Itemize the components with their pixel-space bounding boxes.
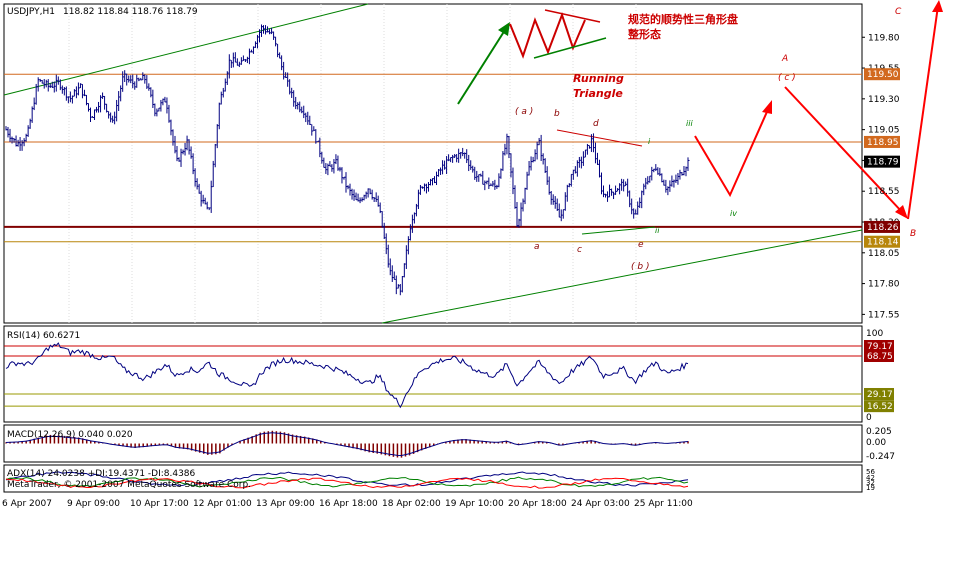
macd-header: MACD(12,26,9) 0.040 0.020 — [7, 430, 133, 440]
time-tick-label: 24 Apr 03:00 — [571, 499, 630, 509]
time-tick-label: 9 Apr 09:00 — [67, 499, 120, 509]
wave-label-B: B — [910, 229, 916, 239]
price-tick-label: 117.80 — [868, 280, 900, 290]
price-tick-label: 119.30 — [868, 95, 900, 105]
time-tick-label: 16 Apr 18:00 — [319, 499, 378, 509]
level-price-label: 118.14 — [867, 238, 899, 248]
macd-tick-zero: 0.00 — [866, 438, 886, 448]
time-tick-label: 13 Apr 09:00 — [256, 499, 315, 509]
price-axis: 119.80119.55119.30119.05118.80118.55118.… — [862, 33, 900, 320]
wave-label-iv: iv — [730, 209, 737, 218]
adx-tick-19: 19 — [866, 484, 875, 492]
chart-svg: USDJPY,H1 118.82 118.84 118.76 118.79 规范… — [2, 0, 943, 509]
wave-label-A: A — [781, 54, 788, 64]
time-tick-label: 20 Apr 18:00 — [508, 499, 567, 509]
rsi-level-label: 29.17 — [867, 390, 893, 400]
rsi-level-label: 16.52 — [867, 402, 893, 412]
rsi-panel: 79.1768.7529.1716.52 RSI(14) 60.6271 100… — [3, 325, 894, 423]
rsi-level-label: 68.75 — [867, 352, 893, 362]
macd-panel: MACD(12,26,9) 0.040 0.020 0.205 0.00 -0.… — [3, 424, 895, 463]
copyright: MetaTrader, © 2001-2007 MetaQuotes Softw… — [7, 480, 251, 490]
wave-label-d: d — [593, 119, 599, 129]
level-price-label: 118.95 — [867, 138, 899, 148]
chinese-annotation-2: 整形态 — [627, 27, 661, 41]
wave-label-e: e — [638, 240, 644, 250]
macd-tick-low: -0.247 — [866, 452, 895, 462]
wave-label-c-paren: ( c ) — [778, 73, 796, 83]
mt4-chart: USDJPY,H1 118.82 118.84 118.76 118.79 规范… — [0, 0, 958, 569]
time-axis: 6 Apr 2007 9 Apr 09:00 10 Apr 17:00 12 Apr … — [2, 499, 693, 509]
ohlc-header: 118.82 118.84 118.76 118.79 — [63, 7, 198, 17]
projection-leg-c — [907, 5, 939, 220]
wave-label-b-paren: ( b ) — [631, 262, 649, 272]
wave-label-a-paren: ( a ) — [515, 107, 533, 117]
rsi-scale-bottom: 0 — [866, 413, 872, 423]
time-tick-label: 12 Apr 01:00 — [193, 499, 252, 509]
level-price-label: 119.50 — [867, 70, 899, 80]
level-price-label: 118.26 — [867, 223, 899, 233]
wave-label-C: C — [895, 7, 902, 17]
running-label: Running — [573, 72, 624, 85]
time-tick-label: 10 Apr 17:00 — [130, 499, 189, 509]
last-price-label: 118.79 — [867, 158, 899, 168]
wave-label-ii: ii — [655, 226, 660, 235]
chinese-annotation-1: 规范的顺势性三角形盘 — [628, 12, 738, 26]
rsi-scale-top: 100 — [866, 329, 883, 339]
wave-label-a: a — [534, 242, 540, 252]
projection-arrowhead-3 — [932, 0, 943, 12]
price-panel: USDJPY,H1 118.82 118.84 118.76 118.79 规范… — [3, 0, 943, 324]
price-tick-label: 118.05 — [868, 249, 900, 259]
symbol-header: USDJPY,H1 — [7, 7, 55, 17]
wave-label-b: b — [554, 109, 560, 119]
adx-panel: ADX(14) 24.0238 +DI:19.4371 -DI:8.4386 M… — [3, 464, 875, 493]
price-tick-label: 117.55 — [868, 310, 900, 320]
time-tick-label: 25 Apr 11:00 — [634, 499, 693, 509]
time-tick-label: 19 Apr 10:00 — [445, 499, 504, 509]
rsi-header: RSI(14) 60.6271 — [7, 331, 80, 341]
price-tick-label: 119.05 — [868, 126, 900, 136]
time-tick-label: 6 Apr 2007 — [2, 499, 52, 509]
time-tick-label: 18 Apr 02:00 — [382, 499, 441, 509]
triangle-label: Triangle — [573, 87, 623, 100]
wave-label-c: c — [577, 245, 582, 255]
price-tick-label: 119.80 — [868, 33, 900, 43]
price-tick-label: 118.55 — [868, 187, 900, 197]
macd-tick-high: 0.205 — [866, 427, 892, 437]
wave-label-iii: iii — [686, 119, 693, 128]
adx-header: ADX(14) 24.0238 +DI:19.4371 -DI:8.4386 — [7, 469, 196, 479]
